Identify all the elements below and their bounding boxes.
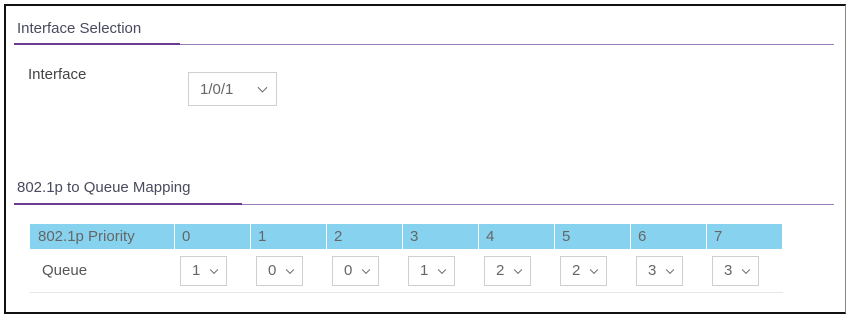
queue-select-value: 0	[344, 262, 353, 279]
chevron-down-icon	[665, 265, 675, 274]
interface-select-value: 1/0/1	[200, 80, 234, 98]
priority-cell: 4	[479, 224, 555, 249]
chevron-down-icon	[257, 82, 268, 93]
priority-header-label: 802.1p Priority	[30, 224, 175, 249]
chevron-down-icon	[285, 265, 295, 274]
queue-cell: 2	[479, 249, 555, 293]
queue-select-priority-3[interactable]: 1	[408, 255, 455, 286]
priority-cell: 3	[403, 224, 479, 249]
interface-label: Interface	[28, 66, 87, 83]
interface-selection-title: Interface Selection	[17, 20, 142, 37]
queue-select-priority-1[interactable]: 0	[256, 255, 303, 286]
priority-cell: 2	[327, 224, 403, 249]
queue-row: Queue 1 0 0 1 2 2 3 3	[30, 249, 783, 293]
queue-select-priority-7[interactable]: 3	[712, 255, 759, 286]
queue-cell: 0	[327, 249, 403, 293]
priority-cell: 1	[251, 224, 327, 249]
queue-label: Queue	[30, 249, 175, 293]
queue-select-priority-6[interactable]: 3	[636, 255, 683, 286]
queue-cell: 1	[175, 249, 251, 293]
interface-selection-rule	[14, 43, 180, 45]
queue-cell: 0	[251, 249, 327, 293]
queue-select-value: 3	[648, 262, 657, 279]
queue-mapping-rule-extension	[242, 204, 834, 205]
priority-cell: 0	[175, 224, 251, 249]
queue-select-priority-2[interactable]: 0	[332, 255, 379, 286]
queue-mapping-rule	[14, 203, 242, 205]
queue-select-value: 2	[496, 262, 505, 279]
queue-select-value: 3	[724, 262, 733, 279]
queue-select-value: 2	[572, 262, 581, 279]
chevron-down-icon	[209, 265, 219, 274]
queue-cell: 1	[403, 249, 479, 293]
queue-select-priority-5[interactable]: 2	[560, 255, 607, 286]
queue-select-priority-0[interactable]: 1	[180, 255, 227, 286]
priority-cell: 7	[707, 224, 783, 249]
priority-cell: 6	[631, 224, 707, 249]
queue-select-priority-4[interactable]: 2	[484, 255, 531, 286]
queue-cell: 3	[707, 249, 783, 293]
chevron-down-icon	[741, 265, 751, 274]
interface-selection-rule-extension	[180, 44, 834, 45]
queue-mapping-title: 802.1p to Queue Mapping	[17, 179, 191, 196]
priority-cell: 5	[555, 224, 631, 249]
chevron-down-icon	[513, 265, 523, 274]
chevron-down-icon	[589, 265, 599, 274]
chevron-down-icon	[361, 265, 371, 274]
queue-select-value: 1	[192, 262, 201, 279]
chevron-down-icon	[437, 265, 447, 274]
queue-cell: 3	[631, 249, 707, 293]
queue-select-value: 1	[420, 262, 429, 279]
queue-select-value: 0	[268, 262, 277, 279]
queue-mapping-table: 802.1p Priority 0 1 2 3 4 5 6 7 Queue 1 …	[30, 224, 783, 293]
interface-select[interactable]: 1/0/1	[188, 72, 277, 106]
queue-cell: 2	[555, 249, 631, 293]
priority-header-row: 802.1p Priority 0 1 2 3 4 5 6 7	[30, 224, 783, 249]
